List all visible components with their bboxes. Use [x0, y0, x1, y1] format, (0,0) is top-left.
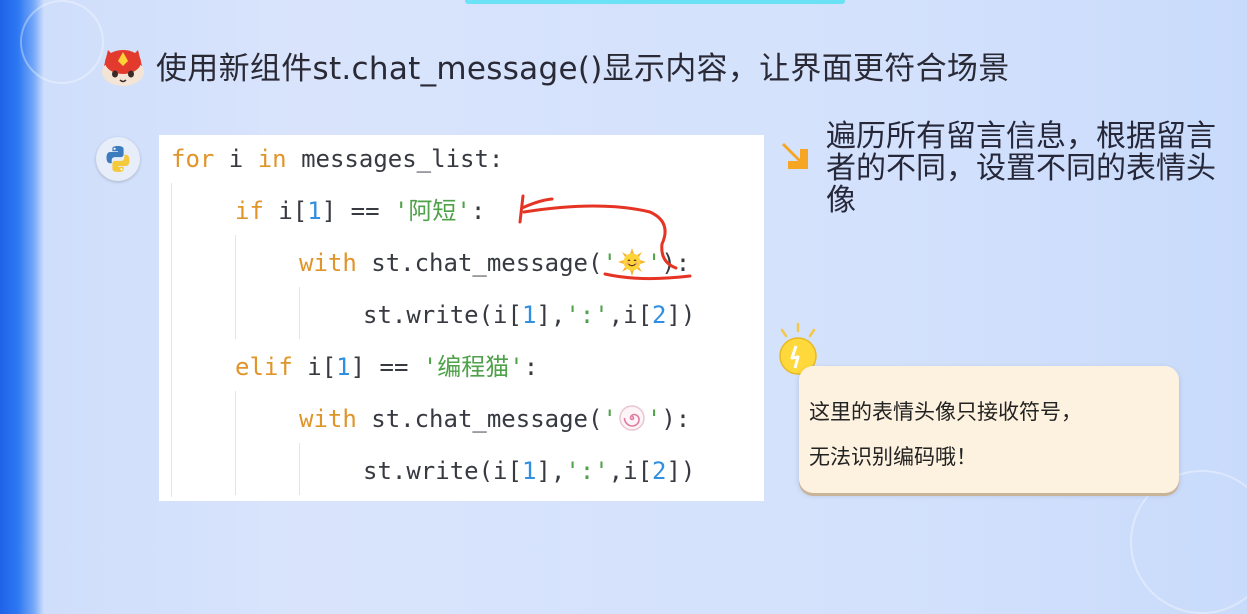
arrow-down-right-icon [780, 137, 814, 173]
explanation-note: 遍历所有留言信息，根据留言者的不同，设置不同的表情头像 [826, 119, 1216, 218]
tip-line-2: 无法识别编码哦！ [809, 445, 977, 469]
tip-line-1: 这里的表情头像只接收符号， [809, 400, 1082, 424]
tip-callout: 这里的表情头像只接收符号， 无法识别编码哦！ [799, 366, 1179, 493]
